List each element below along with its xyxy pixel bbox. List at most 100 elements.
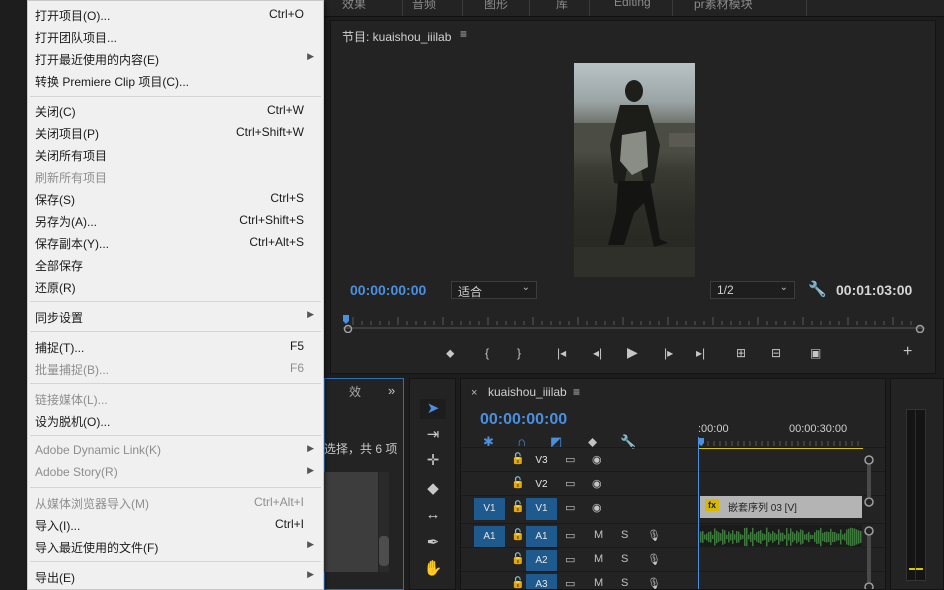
eye-icon[interactable]: ◉ xyxy=(592,453,602,466)
sync-lock-icon[interactable]: ▭ xyxy=(565,553,575,566)
timeline-ruler[interactable]: :00:00 00:00:30:00 xyxy=(698,419,863,449)
menu-item[interactable]: 关闭所有项目 xyxy=(28,143,323,165)
workspace-tab[interactable]: 图形 xyxy=(484,0,508,12)
track-target[interactable]: V3 xyxy=(526,450,557,472)
current-timecode[interactable]: 00:00:00:00 xyxy=(350,282,426,298)
bin-scrollbar-thumb[interactable] xyxy=(379,536,389,566)
track-target[interactable]: A1 xyxy=(526,526,557,548)
lock-icon[interactable]: 🔓 xyxy=(511,552,525,565)
lock-icon[interactable]: 🔓 xyxy=(511,500,525,513)
play-icon[interactable]: ▶ xyxy=(627,344,638,361)
lift-icon[interactable]: ⊞ xyxy=(736,346,746,360)
menu-item[interactable]: 转换 Premiere Clip 项目(C)... xyxy=(28,69,323,91)
eye-icon[interactable]: ◉ xyxy=(592,501,602,514)
panel-menu-icon[interactable]: ≡ xyxy=(460,27,467,41)
menu-item[interactable]: 打开项目(O)... Ctrl+O xyxy=(28,3,323,25)
resolution-dropdown[interactable]: 1/2 ⌄ xyxy=(710,281,795,299)
audio-clip[interactable] xyxy=(699,524,863,548)
microphone-icon[interactable]: 🎙 xyxy=(647,577,661,589)
mark-out-icon[interactable]: } xyxy=(517,346,521,360)
menu-item[interactable]: 关闭项目(P) Ctrl+Shift+W xyxy=(28,121,323,143)
track-target[interactable]: A2 xyxy=(526,550,557,572)
playhead[interactable] xyxy=(698,437,699,589)
step-forward-icon[interactable]: |▸ xyxy=(664,346,673,360)
lock-icon[interactable]: 🔓 xyxy=(511,452,525,465)
wrench-icon[interactable]: 🔧 xyxy=(808,280,827,298)
menu-item[interactable]: 保存(S) Ctrl+S xyxy=(28,187,323,209)
solo-button[interactable]: S xyxy=(621,529,628,541)
menu-item[interactable]: 导入最近使用的文件(F) ▶ xyxy=(28,535,323,557)
menu-item[interactable]: 关闭(C) Ctrl+W xyxy=(28,99,323,121)
lock-icon[interactable]: 🔓 xyxy=(511,476,525,489)
effects-tab[interactable]: 效 xyxy=(349,383,361,400)
track-target[interactable]: V1 xyxy=(526,498,557,520)
workspace-tab[interactable]: 音频 xyxy=(412,0,436,12)
menu-item[interactable]: 还原(R) xyxy=(28,275,323,297)
source-patch[interactable]: A1 xyxy=(474,526,505,548)
timeline-timecode[interactable]: 00:00:00:00 xyxy=(480,411,567,429)
camera-icon[interactable]: ▣ xyxy=(810,346,821,360)
sync-lock-icon[interactable]: ▭ xyxy=(565,529,575,542)
timeline-vertical-scroll[interactable] xyxy=(863,451,877,590)
track-target[interactable]: A3 xyxy=(526,574,557,589)
video-clip[interactable]: fx 嵌套序列 03 [V] xyxy=(699,495,863,519)
menu-item[interactable]: 同步设置 ▶ xyxy=(28,305,323,327)
source-patch[interactable]: V1 xyxy=(474,498,505,520)
sync-lock-icon[interactable]: ▭ xyxy=(565,453,575,466)
menu-item[interactable]: 保存副本(Y)... Ctrl+Alt+S xyxy=(28,231,323,253)
menu-item[interactable]: 设为脱机(O)... xyxy=(28,409,323,431)
hand-tool-icon[interactable]: ✋ xyxy=(420,559,446,579)
lock-icon[interactable]: 🔓 xyxy=(511,576,525,589)
panel-menu-icon[interactable]: ≡ xyxy=(573,385,580,399)
submenu-arrow-icon: ▶ xyxy=(307,465,314,475)
step-back-icon[interactable]: ◂| xyxy=(593,346,602,360)
microphone-icon[interactable]: 🎙 xyxy=(647,529,661,542)
menu-item-shortcut: Ctrl+Shift+W xyxy=(235,125,304,139)
menu-item-label: 保存副本(Y)... xyxy=(35,237,109,251)
add-button-icon[interactable]: + xyxy=(903,343,912,361)
menu-item[interactable]: 另存为(A)... Ctrl+Shift+S xyxy=(28,209,323,231)
track-target[interactable]: V2 xyxy=(526,474,557,496)
sync-lock-icon[interactable]: ▭ xyxy=(565,501,575,514)
workspace-tab[interactable]: Editing xyxy=(614,0,651,9)
go-to-out-icon[interactable]: ▸| xyxy=(696,346,705,360)
sync-lock-icon[interactable]: ▭ xyxy=(565,577,575,589)
pen-tool-icon[interactable]: ✒ xyxy=(420,533,446,553)
selection-tool-icon[interactable]: ➤ xyxy=(420,399,446,419)
close-icon[interactable]: × xyxy=(471,387,477,399)
program-monitor-title[interactable]: 节目: kuaishou_iiilab xyxy=(342,28,451,45)
lock-icon[interactable]: 🔓 xyxy=(511,528,525,541)
ripple-edit-tool-icon[interactable]: ✛ xyxy=(420,451,446,471)
menu-item[interactable]: 导出(E) ▶ xyxy=(28,565,323,587)
slip-tool-icon[interactable]: ↔ xyxy=(420,505,446,525)
submenu-arrow-icon: ▶ xyxy=(307,569,314,579)
go-to-in-icon[interactable]: |◂ xyxy=(557,346,566,360)
menu-item[interactable]: 捕捉(T)... F5 xyxy=(28,335,323,357)
playback-ruler[interactable] xyxy=(343,315,925,334)
mute-button[interactable]: M xyxy=(594,577,603,589)
microphone-icon[interactable]: 🎙 xyxy=(647,553,661,566)
sync-lock-icon[interactable]: ▭ xyxy=(565,477,575,490)
fit-dropdown[interactable]: 适合 ⌄ xyxy=(451,281,537,299)
workspace-tab[interactable]: pr素材模块 xyxy=(694,0,753,12)
add-marker-icon[interactable]: ⬥ xyxy=(446,346,454,361)
more-panels-icon[interactable]: » xyxy=(388,383,395,398)
menu-item[interactable]: 打开团队项目... xyxy=(28,25,323,47)
menu-item[interactable]: 打开最近使用的内容(E) ▶ xyxy=(28,47,323,69)
menu-item-label: 从媒体浏览器导入(M) xyxy=(35,497,149,511)
solo-button[interactable]: S xyxy=(621,553,628,565)
workspace-tab[interactable]: 效果 xyxy=(342,0,366,12)
menu-item[interactable]: 导入(I)... Ctrl+I xyxy=(28,513,323,535)
mark-in-icon[interactable]: { xyxy=(485,346,489,360)
workspace-tab[interactable]: 库 xyxy=(556,0,568,12)
menu-item[interactable]: 全部保存 xyxy=(28,253,323,275)
solo-button[interactable]: S xyxy=(621,577,628,589)
eye-icon[interactable]: ◉ xyxy=(592,477,602,490)
mute-button[interactable]: M xyxy=(594,553,603,565)
mute-button[interactable]: M xyxy=(594,529,603,541)
clip-thumbnail[interactable] xyxy=(324,472,378,572)
extract-icon[interactable]: ⊟ xyxy=(771,346,781,360)
track-select-tool-icon[interactable]: ⇥ xyxy=(420,425,446,445)
razor-tool-icon[interactable]: ◆ xyxy=(420,479,446,499)
sequence-tab[interactable]: kuaishou_iiilab xyxy=(488,385,567,399)
